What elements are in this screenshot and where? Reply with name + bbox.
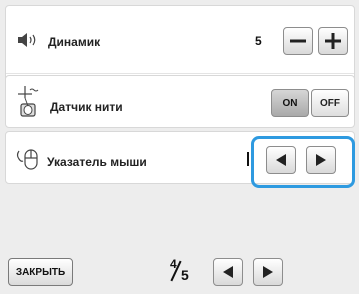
divider (6, 73, 354, 74)
page-total: 5 (181, 267, 189, 283)
page-next-button[interactable] (253, 258, 283, 286)
mouse-pointer-value-indicator (247, 152, 249, 166)
thread-spool-icon (18, 86, 39, 117)
volume-minus-button[interactable] (283, 27, 313, 55)
thread-sensor-off-button[interactable]: OFF (311, 89, 349, 117)
minus-icon (290, 39, 306, 43)
page-prev-button[interactable] (213, 258, 243, 286)
triangle-left-icon (223, 266, 233, 278)
selection-highlight (251, 136, 355, 188)
thread-sensor-label: Датчик нити (50, 100, 123, 114)
thread-sensor-on-button[interactable]: ON (271, 89, 309, 117)
close-button[interactable]: ЗАКРЫТЬ (8, 258, 73, 286)
mouse-icon (16, 149, 38, 170)
mouse-pointer-label: Указатель мыши (47, 155, 147, 169)
speaker-icon (18, 33, 36, 47)
page-indicator: 4 5 (168, 257, 204, 287)
plus-icon (325, 33, 341, 49)
speaker-label: Динамик (48, 35, 101, 49)
volume-plus-button[interactable] (318, 27, 348, 55)
triangle-right-icon (263, 266, 273, 278)
speaker-volume-value: 5 (255, 34, 262, 48)
